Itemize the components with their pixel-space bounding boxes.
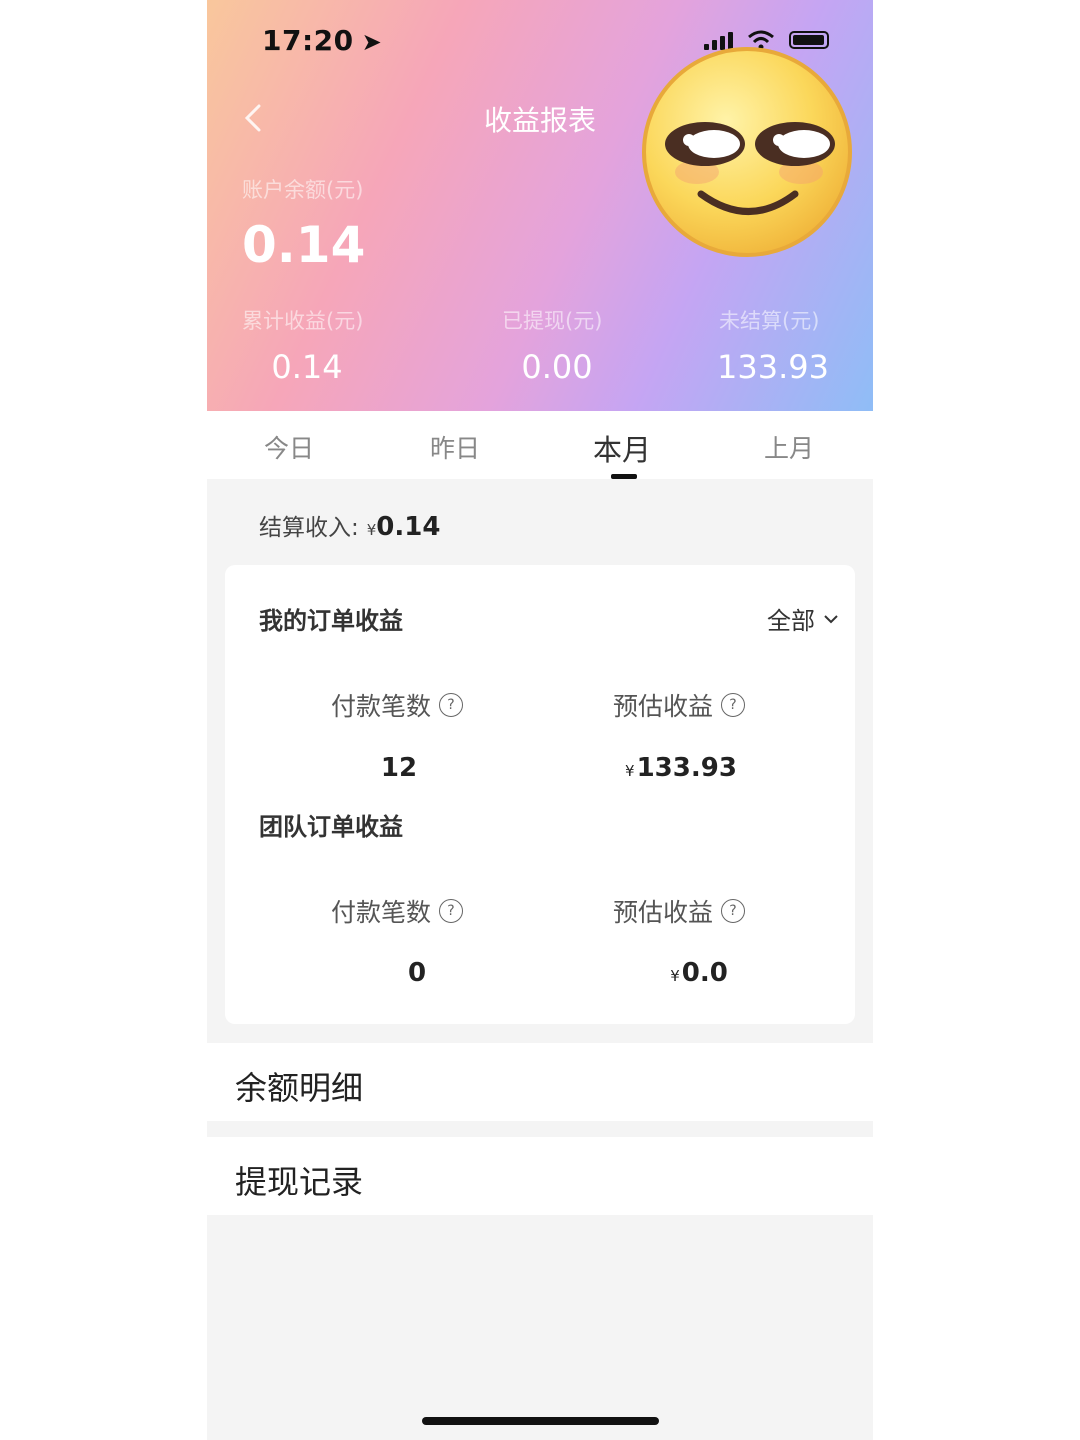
withdrawn-label: 已提现(元) xyxy=(502,309,603,333)
settlement-income: 结算收入: ¥0.14 xyxy=(259,508,440,542)
unsettled-label: 未结算(元) xyxy=(719,309,820,333)
my-income-label: 预估收益? xyxy=(613,687,746,723)
team-income-amount: 0.0 xyxy=(681,958,728,988)
my-income-currency: ¥ xyxy=(625,762,635,780)
my-income-label-text: 预估收益 xyxy=(613,692,714,721)
withdraw-record-label: 提现记录 xyxy=(235,1163,364,1201)
tab-yesterday[interactable]: 昨日 xyxy=(395,429,515,465)
home-indicator[interactable] xyxy=(422,1417,659,1425)
settlement-currency: ¥ xyxy=(366,521,377,539)
my-count-label-text: 付款笔数 xyxy=(331,692,432,721)
status-time: 17:20 ➤ xyxy=(262,24,382,57)
filter-label: 全部 xyxy=(767,607,815,635)
balance-label: 账户余额(元) xyxy=(242,178,364,202)
team-income-value: ¥0.0 xyxy=(599,958,799,988)
my-income-amount: 133.93 xyxy=(636,753,737,783)
my-count-value: 12 xyxy=(380,753,418,783)
active-tab-indicator xyxy=(611,474,637,479)
team-count-label: 付款笔数? xyxy=(331,893,464,929)
balance-value: 0.14 xyxy=(242,216,366,274)
withdraw-record-row[interactable]: 提现记录 xyxy=(207,1137,873,1215)
unsettled-value: 133.93 xyxy=(717,348,829,386)
status-time-text: 17:20 xyxy=(262,24,354,57)
team-orders-title: 团队订单收益 xyxy=(259,813,403,841)
team-income-label: 预估收益? xyxy=(613,893,746,929)
team-count-label-text: 付款笔数 xyxy=(331,898,432,927)
help-icon[interactable]: ? xyxy=(721,899,746,923)
location-arrow-icon: ➤ xyxy=(361,28,383,56)
my-count-label: 付款笔数? xyxy=(331,687,464,723)
withdrawn-value: 0.00 xyxy=(521,348,593,386)
my-income-value: ¥133.93 xyxy=(581,753,781,783)
filter-dropdown[interactable]: 全部 xyxy=(767,601,841,636)
help-icon[interactable]: ? xyxy=(721,693,746,717)
balance-detail-row[interactable]: 余额明细 xyxy=(207,1043,873,1121)
period-tabs: 今日 昨日 本月 上月 xyxy=(207,411,873,479)
tab-today[interactable]: 今日 xyxy=(229,429,349,465)
settlement-value: 0.14 xyxy=(376,512,441,542)
cumulative-value: 0.14 xyxy=(271,348,343,386)
team-count-value: 0 xyxy=(407,958,427,988)
smirk-emoji-icon xyxy=(642,47,852,257)
phone-screen: 17:20 ➤ 收益报表 账户余额(元) 0.14 累计收益(元) 已提现(元) … xyxy=(207,0,873,1440)
my-orders-title: 我的订单收益 xyxy=(259,607,403,635)
balance-detail-label: 余额明细 xyxy=(235,1069,364,1107)
earnings-header: 17:20 ➤ 收益报表 账户余额(元) 0.14 累计收益(元) 已提现(元) … xyxy=(207,0,873,411)
tab-last-month[interactable]: 上月 xyxy=(729,429,849,465)
team-income-currency: ¥ xyxy=(670,967,680,985)
team-income-label-text: 预估收益 xyxy=(613,898,714,927)
tab-this-month[interactable]: 本月 xyxy=(562,427,682,469)
help-icon[interactable]: ? xyxy=(439,693,464,717)
help-icon[interactable]: ? xyxy=(439,899,464,923)
settlement-label: 结算收入: xyxy=(259,515,359,541)
chevron-down-icon xyxy=(824,614,838,623)
cumulative-label: 累计收益(元) xyxy=(242,309,364,333)
order-income-card: 我的订单收益 全部 付款笔数? 预估收益? 12 ¥133.93 团队订单收益 … xyxy=(225,565,855,1024)
